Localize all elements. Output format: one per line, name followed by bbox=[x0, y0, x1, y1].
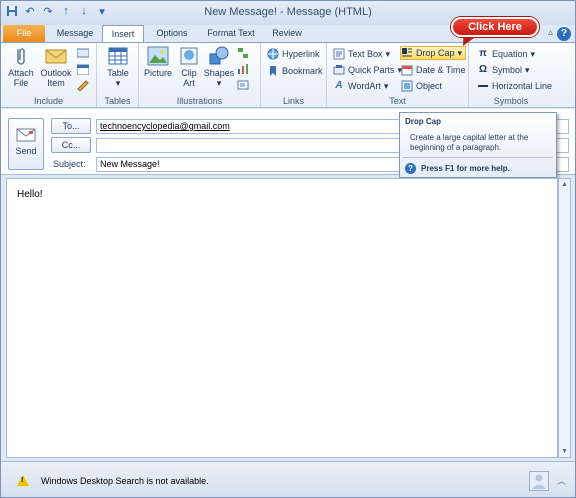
click-here-callout: Click Here bbox=[451, 17, 539, 37]
chevron-down-icon: ▾ bbox=[530, 49, 536, 59]
scroll-up-arrow-icon[interactable]: ▲ bbox=[559, 179, 570, 190]
drop-cap-tooltip: Drop Cap Create a large capital letter a… bbox=[399, 112, 557, 178]
tab-insert[interactable]: Insert bbox=[102, 25, 144, 42]
omega-icon: Ω bbox=[478, 64, 488, 75]
group-symbols: π Equation ▾ Ω Symbol ▾ Horizontal Line … bbox=[469, 43, 553, 107]
send-envelope-icon bbox=[16, 127, 36, 143]
wordart-button[interactable]: A WordArt ▾ bbox=[333, 79, 388, 93]
group-label-text: Text bbox=[389, 96, 406, 106]
message-body-text[interactable]: Hello! bbox=[17, 189, 43, 200]
group-links: Hyperlink Bookmark Links bbox=[261, 43, 327, 107]
picture-icon bbox=[147, 45, 169, 67]
calendar-clock-icon bbox=[401, 64, 413, 76]
horizontal-line-button[interactable]: Horizontal Line bbox=[477, 79, 552, 93]
status-message: Windows Desktop Search is not available. bbox=[41, 476, 209, 486]
hyperlink-button[interactable]: Hyperlink bbox=[267, 47, 320, 61]
minimize-ribbon-icon[interactable]: ▵ bbox=[548, 27, 553, 41]
drop-cap-button[interactable]: Drop Cap ▾ bbox=[400, 46, 467, 60]
object-button[interactable]: Object bbox=[401, 79, 442, 93]
ribbon: Attach File Outlook Item Include Table ▾… bbox=[1, 42, 575, 108]
chevron-down-icon: ▾ bbox=[525, 65, 530, 75]
group-label-links: Links bbox=[282, 96, 304, 106]
chevron-down-icon: ▾ bbox=[457, 48, 463, 58]
group-illustrations: Picture Clip Art Shapes ▾ Illustrations bbox=[139, 43, 261, 107]
expand-people-pane-icon[interactable]: ︿ bbox=[557, 474, 566, 487]
paperclip-icon bbox=[10, 45, 32, 67]
group-label-tables: Tables bbox=[104, 96, 131, 106]
table-button[interactable]: Table ▾ bbox=[102, 45, 134, 93]
to-recipient[interactable]: technoencyclopedia@gmail.com bbox=[100, 121, 230, 131]
quick-parts-icon bbox=[333, 64, 345, 76]
chart-button[interactable] bbox=[237, 62, 249, 76]
tooltip-help-row: ? Press F1 for more help. bbox=[405, 163, 510, 174]
equation-button[interactable]: π Equation ▾ bbox=[477, 47, 535, 61]
envelope-icon bbox=[45, 45, 67, 67]
group-text: Text Box ▾ Quick Parts ▾ A WordArt ▾ Dro… bbox=[327, 43, 469, 107]
group-tables: Table ▾ Tables bbox=[97, 43, 139, 107]
shapes-icon bbox=[208, 45, 230, 67]
help-icon[interactable]: ? bbox=[557, 27, 571, 41]
clip-art-button[interactable]: Clip Art bbox=[175, 45, 203, 93]
drop-cap-icon bbox=[401, 47, 413, 59]
screenshot-button[interactable] bbox=[237, 78, 249, 92]
screenshot-icon bbox=[237, 79, 249, 91]
outlook-item-button[interactable]: Outlook Item bbox=[37, 45, 75, 93]
business-card-icon bbox=[77, 47, 89, 59]
group-include: Attach File Outlook Item Include bbox=[1, 43, 97, 107]
business-card-button[interactable] bbox=[77, 46, 89, 60]
clip-art-icon bbox=[178, 45, 200, 67]
cc-button[interactable]: Cc... bbox=[51, 137, 91, 153]
scroll-down-arrow-icon[interactable]: ▼ bbox=[559, 446, 570, 457]
group-label-symbols: Symbols bbox=[493, 96, 529, 106]
bookmark-icon bbox=[267, 65, 279, 77]
smartart-icon bbox=[237, 47, 249, 59]
people-pane-icon[interactable] bbox=[529, 471, 549, 491]
date-time-button[interactable]: Date & Time bbox=[401, 63, 466, 77]
window-controls: ▵ ? bbox=[548, 27, 571, 41]
tab-options[interactable]: Options bbox=[150, 25, 194, 42]
tooltip-description: Create a large capital letter at the beg… bbox=[410, 133, 529, 152]
picture-button[interactable]: Picture bbox=[142, 45, 174, 93]
group-label-include: Include bbox=[33, 96, 64, 106]
attach-file-button[interactable]: Attach File bbox=[5, 45, 37, 93]
quick-parts-button[interactable]: Quick Parts ▾ bbox=[333, 63, 402, 77]
tab-format-text[interactable]: Format Text bbox=[201, 25, 261, 42]
signature-icon bbox=[77, 79, 89, 91]
tooltip-divider bbox=[403, 157, 553, 158]
tab-review[interactable]: Review bbox=[266, 25, 308, 42]
signature-button[interactable] bbox=[77, 78, 89, 92]
tab-file[interactable]: File bbox=[3, 25, 45, 42]
subject-label: Subject: bbox=[53, 159, 86, 169]
symbol-button[interactable]: Ω Symbol ▾ bbox=[477, 63, 530, 77]
text-box-button[interactable]: Text Box ▾ bbox=[333, 47, 390, 61]
calendar-icon bbox=[77, 63, 89, 75]
outlook-message-window: ↶ ↷ ↑ ↓ ▾ New Message! - Message (HTML) … bbox=[0, 0, 576, 498]
to-button[interactable]: To... bbox=[51, 118, 91, 134]
vertical-scrollbar[interactable]: ▲ ▼ bbox=[558, 178, 571, 458]
horizontal-line-icon bbox=[477, 80, 489, 92]
tooltip-help-text: Press F1 for more help. bbox=[421, 164, 510, 173]
tooltip-title: Drop Cap bbox=[405, 117, 441, 126]
smartart-button[interactable] bbox=[237, 46, 249, 60]
message-body[interactable]: Hello! bbox=[6, 178, 558, 458]
send-button[interactable]: Send bbox=[8, 118, 44, 170]
bookmark-button[interactable]: Bookmark bbox=[267, 64, 323, 78]
calendar-button[interactable] bbox=[77, 62, 89, 76]
object-icon bbox=[401, 80, 413, 92]
pi-icon: π bbox=[479, 48, 487, 59]
table-icon bbox=[107, 45, 129, 67]
tab-message[interactable]: Message bbox=[53, 25, 97, 42]
group-label-illustrations: Illustrations bbox=[176, 96, 223, 106]
status-bar: ! Windows Desktop Search is not availabl… bbox=[1, 461, 575, 497]
help-icon: ? bbox=[405, 163, 416, 174]
text-box-icon bbox=[333, 48, 345, 60]
shapes-button[interactable]: Shapes ▾ bbox=[203, 45, 235, 93]
chart-icon bbox=[237, 63, 249, 75]
chevron-down-icon: ▾ bbox=[383, 81, 389, 91]
wordart-icon: A bbox=[335, 80, 343, 91]
globe-link-icon bbox=[267, 48, 279, 60]
chevron-down-icon: ▾ bbox=[385, 49, 391, 59]
